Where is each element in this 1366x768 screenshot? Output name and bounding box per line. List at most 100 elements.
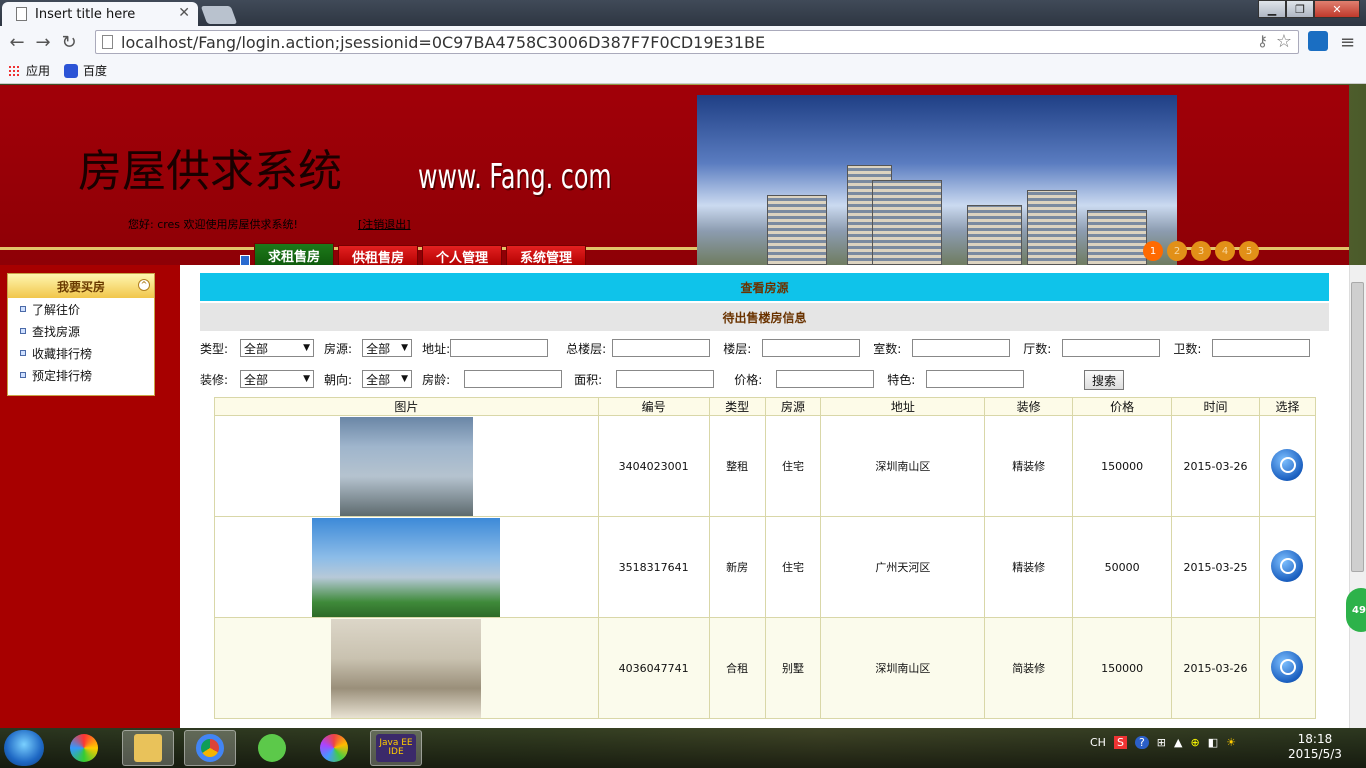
cell-source: 别墅 [764,617,822,719]
menu-icon[interactable]: ≡ [1340,32,1355,53]
sidebar-item-history-price[interactable]: 了解往价 [8,298,154,320]
address-bar[interactable]: localhost/Fang/login.action;jsessionid=0… [95,30,1299,54]
taskbar-app-picasa[interactable] [308,730,360,766]
cell-address: 深圳南山区 [820,415,986,517]
col-decor: 装修 [984,397,1074,416]
price-input[interactable] [776,370,875,388]
system-tray: CH S ? ⊞ ▲ ⊕ ◧ ☀ [1090,736,1244,749]
reload-icon[interactable]: ↻ [56,32,82,53]
section-title: 待出售楼房信息 [200,303,1329,331]
sidebar-item-booking-rank[interactable]: 预定排行榜 [8,364,154,386]
desktop: Insert title here ✕ ▁ ❐ ✕ ← → ↻ localhos… [0,0,1366,768]
house-photo[interactable] [339,416,473,516]
help-icon[interactable]: ? [1134,736,1149,749]
bookmark-star-icon[interactable]: ☆ [1276,31,1292,52]
taskbar-app-sync[interactable] [246,730,298,766]
slide-dot[interactable]: 3 [1191,241,1211,261]
close-window-button[interactable]: ✕ [1314,0,1360,18]
web-page: 房屋供求系统 www. Fang. com 您好: cres 欢迎使用房屋供求系… [0,85,1349,728]
type-select[interactable]: 全部 ▼ [240,339,315,357]
search-button[interactable]: 搜索 [1084,370,1124,390]
age-input[interactable] [464,370,563,388]
cell-id: 3518317641 [597,516,710,618]
col-id: 编号 [597,397,710,416]
start-button[interactable] [4,730,44,766]
filter-row-1: 类型: 全部 ▼ 房源: 全部 ▼ 地址: 总楼层: 楼层: 室数: 厅数: 卫数: [200,338,1311,358]
clock[interactable]: 18:18 2015/5/3 [1288,732,1342,762]
cell-decor: 精装修 [984,415,1074,517]
view-details-icon[interactable] [1271,549,1304,582]
address-label: 地址: [422,341,451,356]
source-select[interactable]: 全部 ▼ [362,339,413,357]
view-details-icon[interactable] [1271,650,1304,683]
floating-widget[interactable]: 49 [1346,588,1366,632]
scrollbar-thumb[interactable] [1351,282,1364,572]
collapse-icon[interactable]: ^ [138,279,150,291]
close-tab-icon[interactable]: ✕ [178,5,190,21]
rooms-input[interactable] [912,339,1011,357]
language-indicator[interactable]: CH [1090,736,1106,749]
network-icon[interactable]: ⊞ [1157,736,1166,749]
volume-icon[interactable]: ◧ [1208,736,1218,749]
menu-rent-sale[interactable]: 求租售房 [254,243,334,267]
key-icon[interactable]: ⚷ [1257,32,1268,50]
taskbar-app-media[interactable] [58,730,110,766]
address-input[interactable] [450,339,549,357]
total-floors-input[interactable] [612,339,711,357]
browser-tab[interactable]: Insert title here ✕ [2,2,198,26]
slide-dot[interactable]: 5 [1239,241,1259,261]
window-controls: ▁ ❐ ✕ [1258,0,1360,18]
taskbar-app-java-ide[interactable]: Java EE IDE [370,730,422,766]
forward-icon[interactable]: → [30,32,56,53]
baths-input[interactable] [1212,339,1311,357]
logout-link[interactable]: [注销退出] [358,216,411,232]
taskbar-app-explorer[interactable] [122,730,174,766]
cell-type: 合租 [708,617,766,719]
back-icon[interactable]: ← [4,32,30,53]
bullet-icon [20,350,26,356]
col-date: 时间 [1171,397,1260,416]
slide-dot[interactable]: 4 [1215,241,1235,261]
feature-input[interactable] [926,370,1025,388]
slide-dot[interactable]: 1 [1143,241,1163,261]
table-row: 3518317641 新房 住宅 广州天河区 精装修 50000 2015-03… [214,516,1317,618]
apps-icon [8,64,20,77]
taskbar-app-chrome[interactable] [184,730,236,766]
filter-row-2: 装修: 全部 ▼ 朝向: 全部 ▼ 房龄: 面积: 价格: 特色: [200,369,1025,389]
tray-expand-icon[interactable]: ▲ [1174,736,1182,749]
floor-label: 楼层: [723,341,752,356]
sidebar-item-favorites-rank[interactable]: 收藏排行榜 [8,342,154,364]
menu-supply[interactable]: 供租售房 [338,245,418,267]
cell-date: 2015-03-26 [1171,415,1260,517]
minimize-button[interactable]: ▁ [1258,0,1286,18]
menu-personal[interactable]: 个人管理 [422,245,502,267]
house-photo[interactable] [331,618,482,718]
sogou-icon[interactable]: S [1113,736,1127,749]
orientation-select[interactable]: 全部 ▼ [362,370,413,388]
table-row: 4036047741 合租 别墅 深圳南山区 简装修 150000 2015-0… [214,617,1317,719]
bookmark-apps[interactable]: 应用 [8,62,50,79]
new-tab-button[interactable] [200,6,238,24]
weather-icon[interactable]: ☀ [1226,736,1236,749]
house-photo[interactable] [312,517,501,617]
area-label: 面积: [574,372,603,387]
cell-source: 住宅 [764,516,822,618]
floor-input[interactable] [762,339,861,357]
cell-image [214,516,599,618]
main-content: 查看房源 待出售楼房信息 类型: 全部 ▼ 房源: 全部 ▼ 地址: 总楼层: 楼层… [180,265,1349,728]
cell-type: 整租 [708,415,766,517]
area-input[interactable] [616,370,715,388]
extension-icon[interactable] [1308,31,1328,51]
view-details-icon[interactable] [1271,448,1304,481]
plus-icon[interactable]: ⊕ [1190,736,1199,749]
slide-dot[interactable]: 2 [1167,241,1187,261]
halls-input[interactable] [1062,339,1161,357]
menu-system[interactable]: 系统管理 [506,245,586,267]
maximize-button[interactable]: ❐ [1286,0,1314,18]
sidebar-item-find-house[interactable]: 查找房源 [8,320,154,342]
source-label: 房源: [324,341,353,356]
cell-select [1258,415,1317,517]
taskbar: Java EE IDE CH S ? ⊞ ▲ ⊕ ◧ ☀ 18:18 2015/5… [0,728,1366,768]
bookmark-baidu[interactable]: 百度 [64,62,107,79]
decor-select[interactable]: 全部 ▼ [240,370,315,388]
